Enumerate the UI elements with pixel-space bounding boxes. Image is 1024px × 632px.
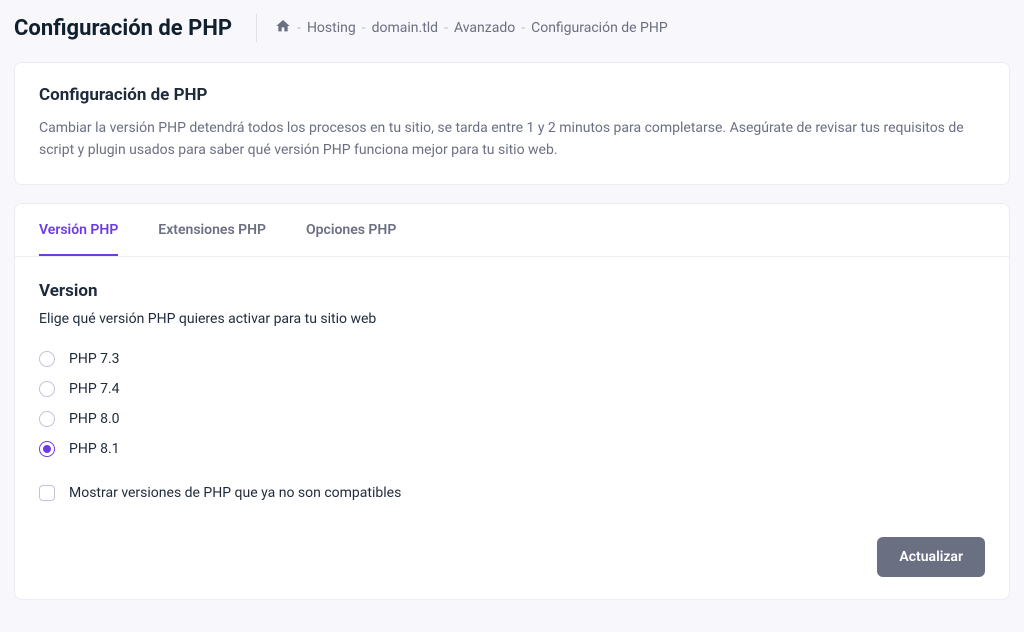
radio-php-73[interactable]: PHP 7.3 (39, 351, 985, 367)
breadcrumb: - Hosting - domain.tld - Avanzado - Conf… (275, 18, 668, 38)
tab-label: Opciones PHP (306, 222, 396, 238)
tab-label: Extensiones PHP (158, 222, 266, 238)
radio-icon (39, 351, 55, 367)
home-icon[interactable] (275, 18, 291, 38)
tab-label: Versión PHP (39, 222, 118, 238)
tab-extensions-php[interactable]: Extensiones PHP (158, 204, 266, 256)
version-title: Version (39, 281, 985, 301)
breadcrumb-item-hosting[interactable]: Hosting (307, 20, 356, 36)
breadcrumb-separator: - (444, 20, 448, 36)
tab-version-php[interactable]: Versión PHP (39, 204, 118, 256)
checkbox-show-unsupported[interactable]: Mostrar versiones de PHP que ya no son c… (39, 485, 985, 501)
breadcrumb-item-current: Configuración de PHP (531, 20, 668, 36)
radio-label: PHP 7.3 (69, 351, 120, 367)
radio-php-81[interactable]: PHP 8.1 (39, 441, 985, 457)
radio-php-74[interactable]: PHP 7.4 (39, 381, 985, 397)
tabs: Versión PHP Extensiones PHP Opciones PHP (15, 204, 1009, 257)
radio-label: PHP 8.1 (69, 441, 120, 457)
radio-label: PHP 8.0 (69, 411, 120, 427)
update-button[interactable]: Actualizar (877, 537, 985, 577)
checkbox-label: Mostrar versiones de PHP que ya no son c… (69, 485, 401, 501)
checkbox-icon (39, 485, 55, 501)
page-header: Configuración de PHP - Hosting - domain.… (14, 14, 1010, 42)
breadcrumb-separator: - (362, 20, 366, 36)
breadcrumb-separator: - (297, 20, 301, 36)
breadcrumb-item-domain[interactable]: domain.tld (372, 20, 438, 36)
divider (256, 14, 257, 42)
radio-php-80[interactable]: PHP 8.0 (39, 411, 985, 427)
radio-label: PHP 7.4 (69, 381, 120, 397)
main-card: Versión PHP Extensiones PHP Opciones PHP… (14, 203, 1010, 600)
version-radio-list: PHP 7.3 PHP 7.4 PHP 8.0 PHP 8.1 (39, 351, 985, 457)
radio-icon (39, 441, 55, 457)
breadcrumb-separator: - (521, 20, 525, 36)
radio-icon (39, 381, 55, 397)
intro-card: Configuración de PHP Cambiar la versión … (14, 62, 1010, 185)
actions-row: Actualizar (39, 537, 985, 577)
breadcrumb-item-advanced[interactable]: Avanzado (454, 20, 515, 36)
radio-icon (39, 411, 55, 427)
tab-options-php[interactable]: Opciones PHP (306, 204, 396, 256)
tab-body: Version Elige qué versión PHP quieres ac… (15, 257, 1009, 599)
version-description: Elige qué versión PHP quieres activar pa… (39, 311, 985, 327)
page-title: Configuración de PHP (14, 16, 238, 41)
intro-title: Configuración de PHP (39, 85, 985, 105)
intro-description: Cambiar la versión PHP detendrá todos lo… (39, 117, 985, 162)
